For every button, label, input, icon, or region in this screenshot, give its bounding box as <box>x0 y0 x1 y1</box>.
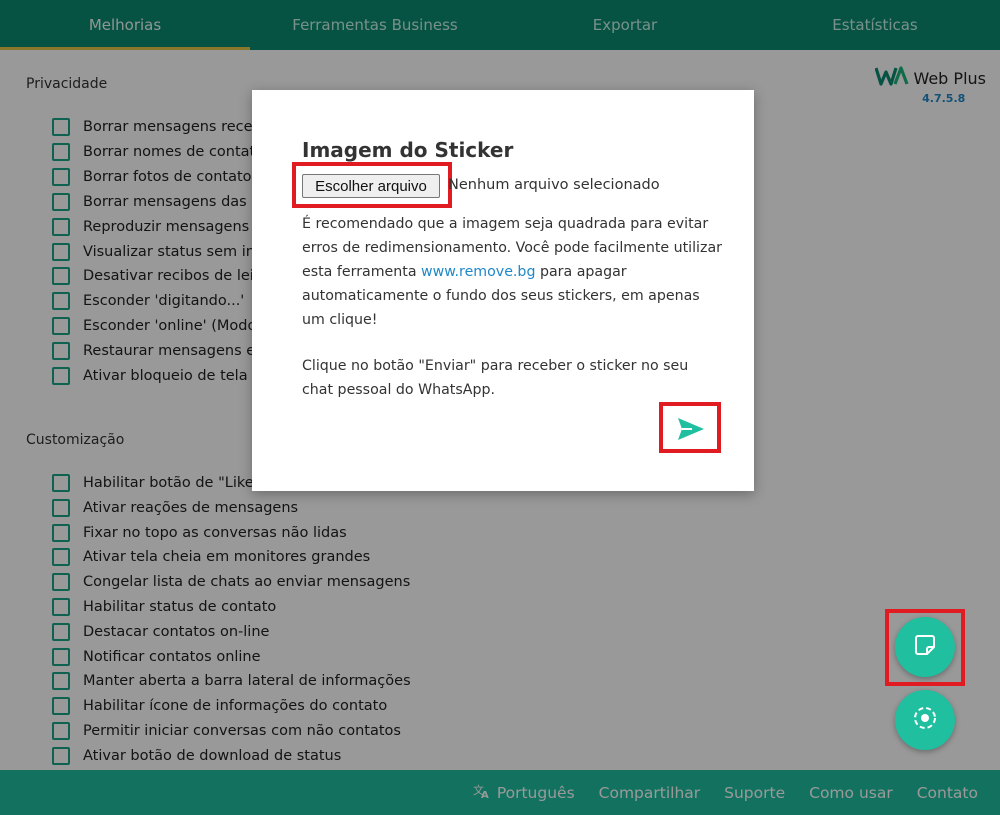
remove-bg-link[interactable]: www.remove.bg <box>421 264 535 280</box>
status-target-icon <box>912 705 938 735</box>
modal-instructions: Clique no botão "Enviar" para receber o … <box>302 358 689 398</box>
sticker-modal: Imagem do Sticker Escolher arquivo Nenhu… <box>252 90 754 491</box>
file-status: Nenhum arquivo selecionado <box>448 177 660 193</box>
modal-description: É recomendado que a imagem seja quadrada… <box>302 212 722 332</box>
status-fab-button[interactable] <box>895 690 955 750</box>
choose-file-highlight <box>292 162 452 208</box>
modal-title: Imagem do Sticker <box>302 138 514 162</box>
send-highlight <box>659 402 721 453</box>
sticker-fab-highlight <box>885 609 965 686</box>
